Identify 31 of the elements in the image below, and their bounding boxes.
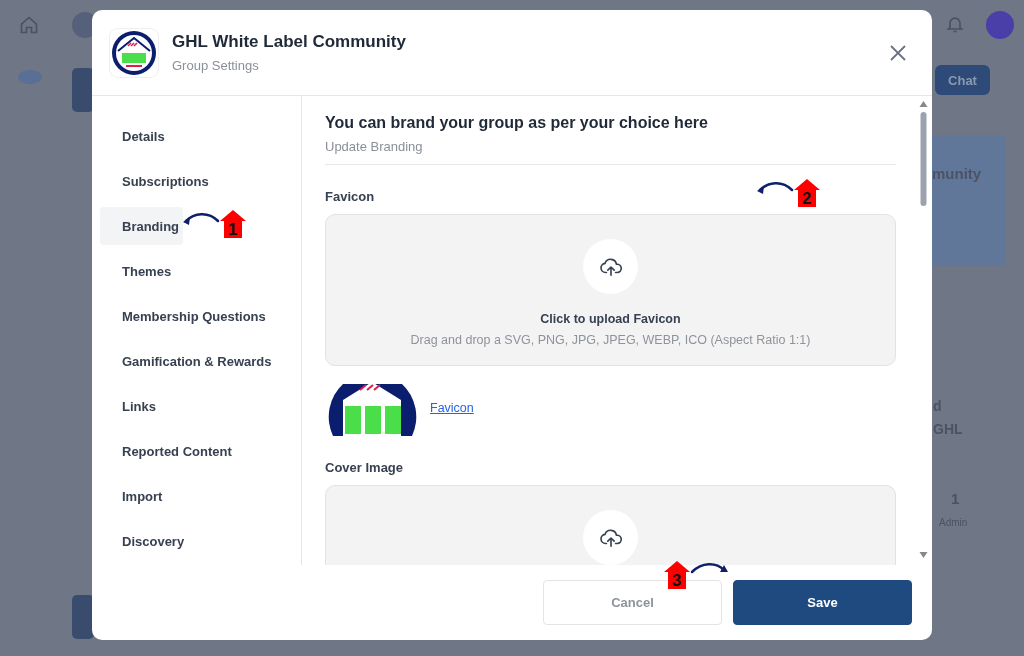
- branding-subheading: Update Branding: [325, 139, 896, 165]
- settings-menu-item[interactable]: Links: [100, 387, 160, 425]
- numbered-callout: 2: [754, 178, 824, 208]
- branding-heading: You can brand your group as per your choice here: [325, 114, 709, 132]
- dialog-title: GHL White Label Community: [172, 32, 407, 52]
- favicon-link[interactable]: Favicon: [430, 401, 474, 415]
- settings-menu-item[interactable]: Discovery: [100, 522, 189, 560]
- save-button[interactable]: Save: [733, 580, 912, 625]
- settings-menu-item[interactable]: Gamification & Rewards: [100, 342, 276, 380]
- settings-menu-item[interactable]: Membership Questions: [100, 297, 270, 335]
- settings-menu-item[interactable]: Reported Content: [100, 432, 236, 470]
- settings-menu-item[interactable]: Subscriptions: [100, 162, 213, 200]
- bell-icon[interactable]: [945, 14, 965, 34]
- upload-hint: Drag and drop a SVG, PNG, JPG, JPEG, WEBP, ICO (Aspect Ratio 1:1): [410, 333, 811, 347]
- group-logo: [110, 28, 158, 77]
- upload-icon: [599, 256, 622, 277]
- home-icon[interactable]: [19, 15, 39, 35]
- section-label: Cover Image: [325, 460, 404, 475]
- upload-title: Click to upload Favicon: [540, 312, 681, 326]
- sidebar-block[interactable]: [72, 595, 94, 639]
- settings-menu-item[interactable]: Import: [100, 477, 167, 515]
- upload-dropzone[interactable]: Click to upload Favicon Drag and drop a SVG, PNG, JPG, JPEG, WEBP, ICO (Aspect Ratio 1:1): [325, 214, 896, 366]
- upload-icon: [599, 527, 622, 548]
- settings-menu-item[interactable]: Branding: [100, 207, 184, 245]
- dialog-subtitle: Group Settings: [172, 58, 260, 73]
- profile-block[interactable]: [72, 68, 94, 112]
- close-button[interactable]: [888, 42, 908, 63]
- section-label: Favicon: [325, 189, 375, 204]
- settings-menu-item[interactable]: Themes: [100, 252, 176, 290]
- scrollbar[interactable]: [919, 100, 928, 561]
- settings-menu-item[interactable]: Details: [100, 117, 169, 155]
